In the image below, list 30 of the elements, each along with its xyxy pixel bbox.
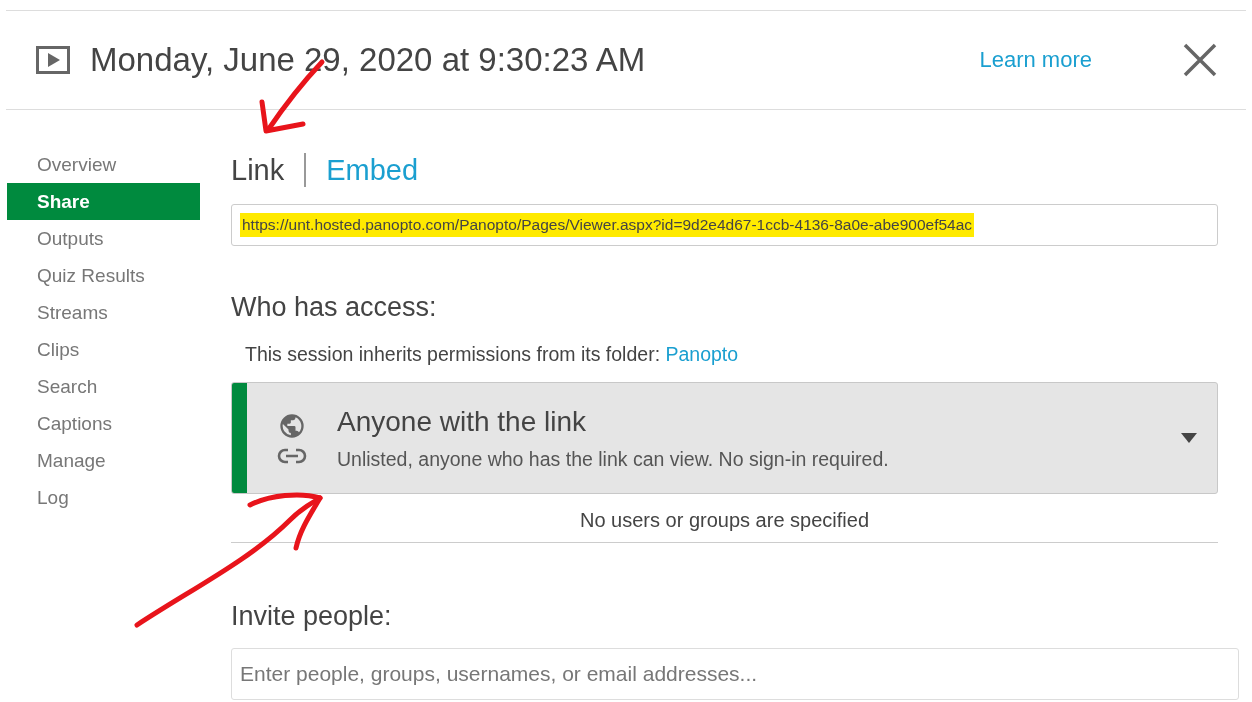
access-heading: Who has access: bbox=[231, 292, 438, 323]
link-icon bbox=[277, 448, 307, 464]
folder-link[interactable]: Panopto bbox=[665, 343, 739, 365]
learn-more-link[interactable]: Learn more bbox=[979, 47, 1092, 73]
caret-icon bbox=[1181, 433, 1197, 443]
option-description: Unlisted, anyone who has the link can view. No sign-in required. bbox=[337, 447, 890, 471]
sidebar-item[interactable]: Quiz Results bbox=[7, 257, 200, 294]
option-title: Anyone with the link bbox=[337, 405, 588, 438]
sidebar-item[interactable]: Share bbox=[7, 183, 200, 220]
play-icon bbox=[36, 46, 70, 74]
sidebar-item[interactable]: Overview bbox=[7, 146, 200, 183]
inherit-text: This session inherits permissions from its folder: Panopto bbox=[244, 343, 740, 366]
invite-input[interactable]: Enter people, groups, usernames, or email addresses... bbox=[231, 648, 1239, 700]
sidebar-item[interactable]: Streams bbox=[7, 294, 200, 331]
sidebar-item[interactable]: Log bbox=[7, 479, 200, 516]
access-dropdown[interactable]: Anyone with the link Unlisted, anyone who has the link can view. No sign-in required. bbox=[231, 382, 1218, 494]
tab[interactable]: Embed bbox=[326, 153, 419, 187]
link-url: https://unt.hosted.panopto.com/Panopto/Pages/Viewer.aspx?id=9d2e4d67-1ccb-4136-8a0e-abe900ef54ac bbox=[240, 213, 975, 237]
invite-heading: Invite people: bbox=[231, 601, 393, 632]
sidebar-item[interactable]: Outputs bbox=[7, 220, 200, 257]
session-title: Monday, June 29, 2020 at 9:30:23 AM bbox=[90, 41, 647, 79]
sidebar-item[interactable]: Captions bbox=[7, 405, 200, 442]
link-field[interactable]: https://unt.hosted.panopto.com/Panopto/Pages/Viewer.aspx?id=9d2e4d67-1ccb-4136-8a0e-abe900ef54ac bbox=[231, 204, 1218, 246]
sidebar-item[interactable]: Search bbox=[7, 368, 200, 405]
users-note: No users or groups are specified bbox=[231, 494, 1218, 543]
sidebar-item[interactable]: Manage bbox=[7, 442, 200, 479]
tab[interactable]: Link bbox=[231, 153, 285, 187]
close-button[interactable] bbox=[1182, 42, 1218, 78]
sidebar-item[interactable]: Clips bbox=[7, 331, 200, 368]
globe-icon bbox=[278, 412, 306, 440]
